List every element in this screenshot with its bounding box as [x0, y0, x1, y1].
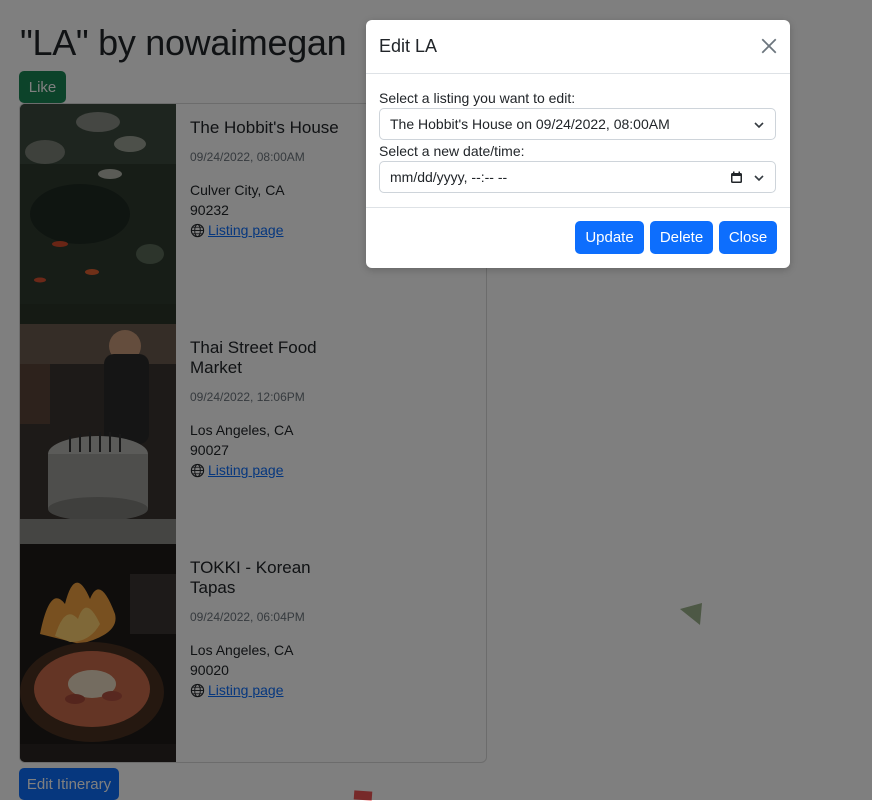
chevron-down-icon — [754, 122, 764, 129]
modal-header: Edit LA — [366, 20, 790, 74]
listing-select[interactable]: The Hobbit's House on 09/24/2022, 08:00A… — [379, 108, 776, 140]
modal-title: Edit LA — [379, 36, 438, 56]
chevron-down-icon[interactable] — [753, 172, 765, 184]
listing-select-value: The Hobbit's House on 09/24/2022, 08:00A… — [390, 116, 670, 132]
listing-select-label: Select a listing you want to edit: — [379, 90, 576, 106]
datetime-input[interactable]: mm/dd/yyyy, --:-- -- — [379, 161, 776, 193]
datetime-label: Select a new date/time: — [379, 143, 525, 159]
datetime-placeholder: mm/dd/yyyy, --:-- -- — [390, 169, 508, 185]
close-icon[interactable] — [760, 37, 778, 55]
update-button[interactable]: Update — [575, 221, 644, 254]
modal-body: Select a listing you want to edit: The H… — [366, 74, 790, 208]
edit-modal: Edit LA Select a listing you want to edi… — [366, 20, 790, 268]
modal-footer: Update Delete Close — [366, 208, 790, 269]
close-button[interactable]: Close — [719, 221, 777, 254]
delete-button[interactable]: Delete — [650, 221, 713, 254]
calendar-icon[interactable] — [730, 171, 743, 184]
